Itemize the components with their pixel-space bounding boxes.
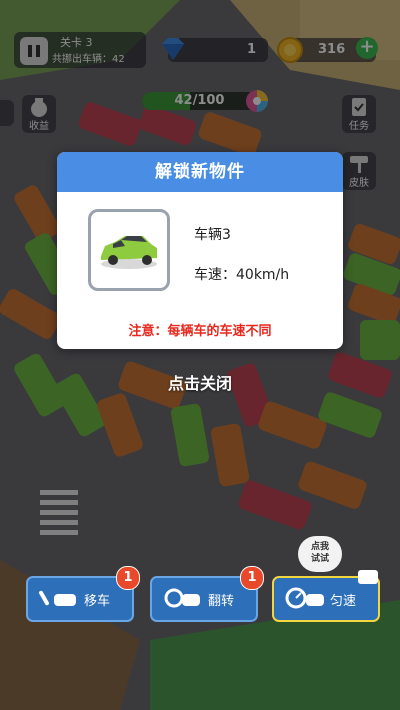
- speed-label: 车速：: [194, 267, 236, 283]
- vehicle-thumbnail: [88, 209, 170, 291]
- tap-to-close[interactable]: 点击关闭: [0, 370, 400, 394]
- rotate-car-icon: [164, 588, 200, 608]
- speed-value: 40km/h: [236, 267, 290, 283]
- video-ad-icon: [358, 570, 378, 584]
- try-me-bubble[interactable]: 点我 试试: [298, 536, 342, 572]
- wrench-car-icon: [39, 590, 76, 606]
- vehicle-speed: 车速：40km/h: [194, 264, 289, 284]
- vehicle-name: 车辆3: [194, 227, 231, 243]
- flip-badge: 1: [240, 566, 264, 590]
- constant-speed-label: 匀速: [330, 594, 357, 609]
- flip-car-label: 翻转: [208, 594, 235, 609]
- move-car-label: 移车: [84, 594, 111, 609]
- modal-title: 解锁新物件: [57, 152, 343, 192]
- move-badge: 1: [116, 566, 140, 590]
- unlock-modal: 解锁新物件 车辆3 车速：40km/h 注意：每辆车的车速不同: [57, 152, 343, 349]
- move-car-button[interactable]: 移车 1: [26, 566, 140, 622]
- try-me-text: 点我 试试: [310, 542, 329, 564]
- speed-note: 注意：每辆车的车速不同: [128, 324, 272, 339]
- speedometer-car-icon: [285, 587, 324, 609]
- green-car-icon: [101, 236, 157, 269]
- flip-car-button[interactable]: 翻转 1: [150, 566, 264, 622]
